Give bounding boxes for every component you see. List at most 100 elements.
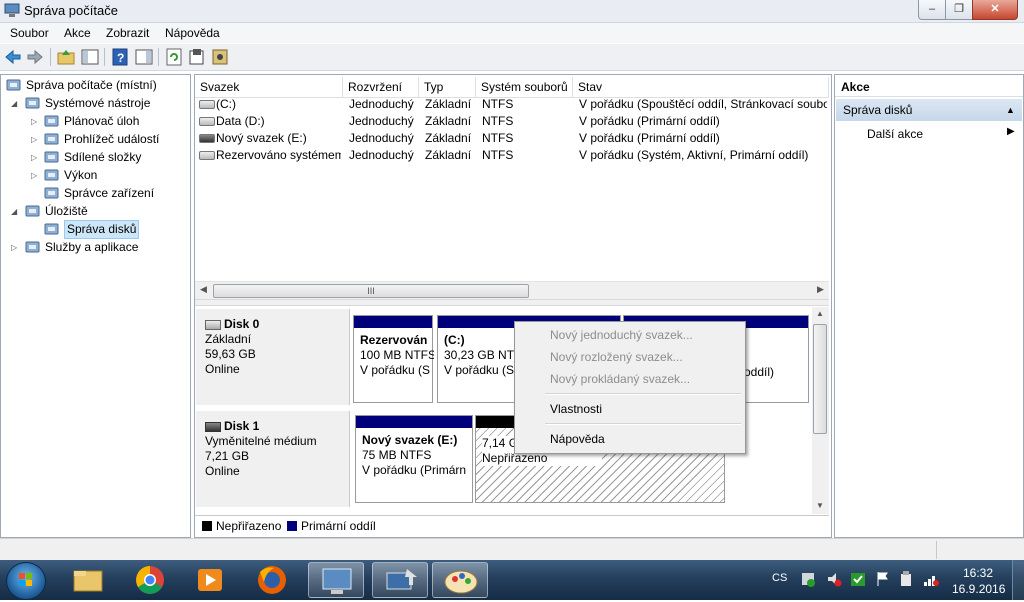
volume-reserved[interactable]: Rezervován 100 MB NTFS V pořádku (S bbox=[353, 315, 434, 403]
help-icon[interactable]: ? bbox=[110, 47, 130, 67]
volume-title: (C:) bbox=[444, 333, 465, 347]
disk-0-info[interactable]: Disk 0 Základní 59,63 GB Online bbox=[196, 309, 350, 405]
expand-icon[interactable]: ▷ bbox=[31, 113, 37, 130]
forward-arrow-icon[interactable] bbox=[25, 47, 45, 67]
safely-remove-hardware-icon[interactable] bbox=[898, 570, 914, 588]
shared-folders-icon bbox=[44, 150, 59, 164]
menu-napoveda[interactable]: Nápověda bbox=[165, 26, 220, 40]
services-apps-icon bbox=[25, 240, 40, 254]
menu-akce[interactable]: Akce bbox=[64, 26, 91, 40]
show-desktop-button[interactable] bbox=[1012, 560, 1024, 600]
expand-icon[interactable]: ▷ bbox=[11, 239, 17, 256]
scroll-down-icon[interactable]: ▼ bbox=[816, 501, 824, 510]
expand-icon[interactable]: ▷ bbox=[31, 167, 37, 184]
tree-item-0[interactable]: Správa počítače (místní) bbox=[1, 77, 188, 94]
collapse-icon[interactable]: ◢ bbox=[11, 95, 17, 112]
column-header-rozvrzeni[interactable]: Rozvržení bbox=[343, 77, 419, 97]
horizontal-scrollbar[interactable]: ◀ III ▶ bbox=[195, 281, 829, 299]
tree-item-7[interactable]: ◢ Úložiště bbox=[1, 203, 188, 220]
scroll-left-icon[interactable]: ◀ bbox=[200, 284, 207, 295]
clock-time[interactable]: 16:32 bbox=[963, 566, 993, 580]
volume-status: oddíl) bbox=[744, 365, 775, 379]
properties-icon[interactable] bbox=[187, 47, 207, 67]
show-hide-action-pane-icon[interactable] bbox=[134, 47, 154, 67]
security-center-icon[interactable] bbox=[800, 570, 816, 588]
menu-soubor[interactable]: Soubor bbox=[10, 26, 49, 40]
scrollbar-thumb[interactable] bbox=[813, 324, 827, 434]
disk-1-info[interactable]: Disk 1 Vyměnitelné médium 7,21 GB Online bbox=[196, 411, 350, 507]
collapse-icon[interactable]: ◢ bbox=[11, 203, 17, 220]
expand-icon[interactable]: ▷ bbox=[31, 131, 37, 148]
paint-icon[interactable] bbox=[432, 562, 488, 598]
close-button[interactable]: ✕ bbox=[972, 0, 1018, 20]
column-header-typ[interactable]: Typ bbox=[419, 77, 476, 97]
collapse-icon[interactable]: ▲ bbox=[1006, 99, 1015, 121]
navigation-tree: Správa počítače (místní) ◢ Systémové nástr… bbox=[0, 74, 191, 538]
computer-management-icon bbox=[4, 3, 20, 18]
file-explorer-icon[interactable] bbox=[60, 562, 116, 598]
table-cell-fs: NTFS bbox=[482, 114, 514, 128]
volume-muted-icon[interactable] bbox=[826, 570, 842, 588]
action-label: Další akce bbox=[867, 127, 924, 141]
menu-zobrazit[interactable]: Zobrazit bbox=[106, 26, 149, 40]
vertical-scrollbar[interactable]: ▲ ▼ bbox=[812, 307, 829, 514]
disk-settings-icon[interactable] bbox=[210, 47, 230, 67]
tree-item-label: Výkon bbox=[64, 168, 98, 182]
action-more-actions[interactable]: Další akce bbox=[867, 125, 923, 143]
chrome-icon[interactable] bbox=[122, 562, 178, 598]
minimize-button[interactable]: – bbox=[918, 0, 946, 20]
window-title: Správa počítače bbox=[24, 3, 118, 18]
tree-item-8[interactable]: Správa disků bbox=[1, 220, 188, 239]
remote-desktop-icon[interactable] bbox=[372, 562, 428, 598]
clock-date[interactable]: 16.9.2016 bbox=[952, 582, 1005, 596]
tree-item-label: Plánovač úloh bbox=[64, 114, 140, 128]
tree-item-9[interactable]: ▷ Služby a aplikace bbox=[1, 239, 188, 256]
tree-item-2[interactable]: ▷ Plánovač úloh bbox=[1, 113, 188, 130]
maximize-button[interactable]: ❐ bbox=[945, 0, 973, 20]
volume-e[interactable]: Nový svazek (E:) 75 MB NTFS V pořádku (P… bbox=[355, 415, 473, 503]
start-button[interactable] bbox=[6, 562, 46, 600]
context-menu-item-4[interactable]: Nápověda bbox=[550, 428, 605, 450]
table-row[interactable]: Rezervováno systémem Jednoduchý Základní NT… bbox=[195, 147, 829, 164]
tree-item-label: Správa počítače (místní) bbox=[26, 78, 157, 92]
actions-section-disk-management[interactable]: Správa disků ▲ bbox=[836, 99, 1022, 121]
scroll-right-icon[interactable]: ▶ bbox=[817, 284, 824, 295]
context-menu: Nový jednoduchý svazek... Nový rozložený … bbox=[514, 321, 746, 454]
removable-drive-icon bbox=[205, 421, 221, 432]
scroll-up-icon[interactable]: ▲ bbox=[816, 309, 824, 318]
table-cell-name: Rezervováno systémem bbox=[216, 148, 341, 162]
table-row[interactable]: Data (D:) Jednoduchý Základní NTFS V pořádku… bbox=[195, 113, 829, 130]
column-header-system-souboru[interactable]: Systém souborů bbox=[476, 77, 573, 97]
back-arrow-icon[interactable] bbox=[3, 47, 23, 67]
show-hide-tree-icon[interactable] bbox=[80, 47, 100, 67]
system-tools-icon bbox=[25, 96, 40, 110]
tree-item-1[interactable]: ◢ Systémové nástroje bbox=[1, 95, 188, 112]
expand-icon[interactable]: ▷ bbox=[31, 149, 37, 166]
disk-management-icon bbox=[44, 222, 59, 236]
media-player-icon[interactable] bbox=[182, 562, 238, 598]
action-center-flag-icon[interactable] bbox=[874, 570, 890, 588]
column-header-svazek[interactable]: Svazek bbox=[195, 77, 343, 97]
computer-management-taskbar-icon[interactable] bbox=[308, 562, 364, 598]
tree-item-6[interactable]: Správce zařízení bbox=[1, 185, 188, 202]
table-cell-type: Základní bbox=[425, 131, 472, 145]
toolbar-separator bbox=[50, 48, 51, 66]
table-row[interactable]: (C:) Jednoduchý Základní NTFS V pořádku (Spo… bbox=[195, 96, 829, 113]
up-folder-icon[interactable] bbox=[56, 47, 76, 67]
scrollbar-thumb[interactable]: III bbox=[213, 284, 529, 298]
tree-item-5[interactable]: ▷ Výkon bbox=[1, 167, 188, 184]
network-signal-icon[interactable] bbox=[922, 570, 940, 588]
context-menu-separator bbox=[545, 393, 741, 395]
firefox-icon[interactable] bbox=[244, 562, 300, 598]
tree-item-3[interactable]: ▷ Prohlížeč událostí bbox=[1, 131, 188, 148]
column-header-stav[interactable]: Stav bbox=[573, 77, 829, 97]
language-indicator[interactable]: CS bbox=[772, 572, 787, 584]
pane-splitter[interactable] bbox=[195, 299, 829, 306]
table-cell-status: V pořádku (Primární oddíl) bbox=[579, 114, 720, 128]
table-row[interactable]: Nový svazek (E:) Jednoduchý Základní NTFS V … bbox=[195, 130, 829, 147]
tree-item-4[interactable]: ▷ Sdílené složky bbox=[1, 149, 188, 166]
refresh-icon[interactable] bbox=[164, 47, 184, 67]
update-check-icon[interactable] bbox=[850, 570, 866, 588]
context-menu-item-3[interactable]: Vlastnosti bbox=[550, 398, 602, 420]
table-cell-status: V pořádku (Systém, Aktivní, Primární odd… bbox=[579, 148, 809, 162]
